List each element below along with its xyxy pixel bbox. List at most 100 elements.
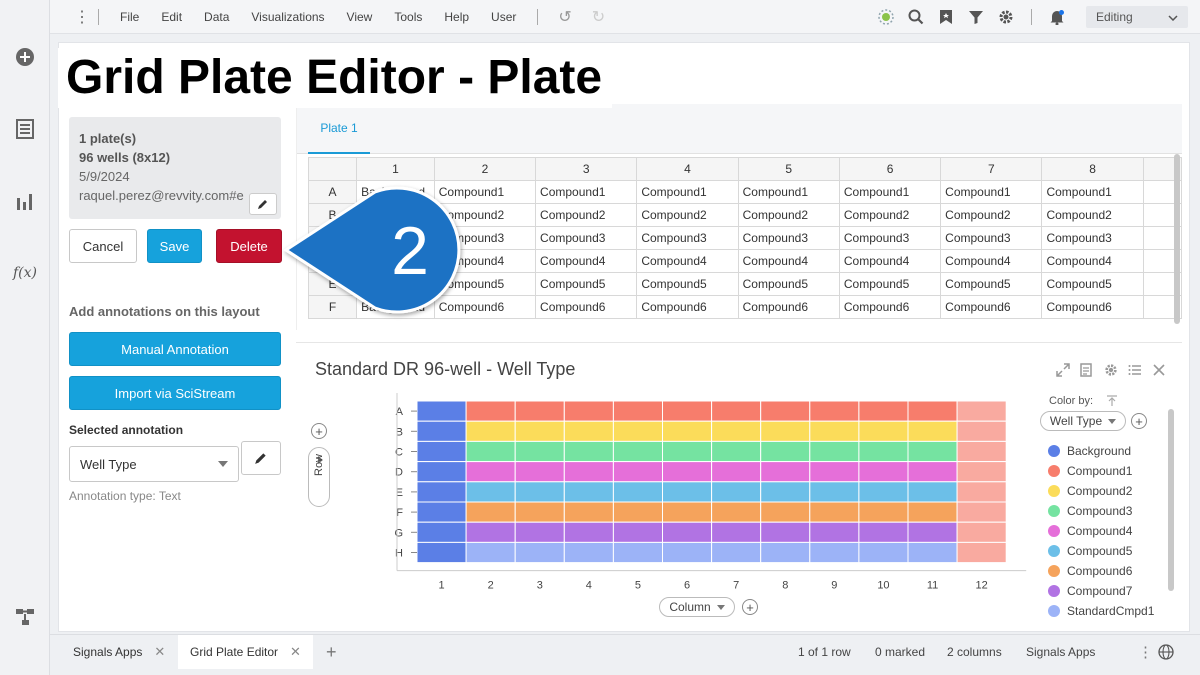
heatmap-cell[interactable] — [858, 420, 909, 442]
heatmap-cell[interactable] — [956, 501, 1007, 523]
table-cell[interactable]: Compound1 — [838, 180, 942, 204]
heatmap-cell[interactable] — [514, 400, 565, 422]
mode-select[interactable]: Editing — [1086, 6, 1188, 28]
heatmap-cell[interactable] — [858, 481, 909, 503]
close-icon[interactable]: ✕ — [154, 644, 165, 660]
redo-icon[interactable]: ↻ — [592, 7, 605, 27]
cancel-button[interactable]: Cancel — [69, 229, 137, 263]
column-header[interactable]: 8 — [1041, 157, 1144, 181]
add-column-axis-button[interactable]: + — [742, 599, 758, 615]
table-cell[interactable]: Compound3 — [636, 226, 739, 250]
heatmap-cell[interactable] — [416, 541, 467, 564]
heatmap-cell[interactable] — [416, 400, 467, 422]
heatmap-cell[interactable] — [760, 440, 811, 463]
expand-icon[interactable] — [1054, 361, 1072, 379]
heatmap-cell[interactable] — [760, 501, 811, 523]
legend-item[interactable]: Compound1 — [1048, 461, 1154, 481]
gear-icon[interactable] — [1102, 361, 1120, 379]
table-cell[interactable]: Compound2 — [737, 203, 840, 227]
heatmap-cell[interactable] — [465, 440, 516, 463]
heatmap-cell[interactable] — [662, 501, 713, 523]
table-cell[interactable]: Compound3 — [940, 226, 1043, 250]
heatmap-cell[interactable] — [809, 521, 860, 543]
heatmap-cell[interactable] — [662, 481, 713, 503]
heatmap-cell[interactable] — [465, 481, 516, 503]
table-cell[interactable]: Compound1 — [636, 180, 739, 204]
heatmap-cell[interactable] — [907, 461, 958, 483]
heatmap-cell[interactable] — [563, 461, 614, 483]
legend-item[interactable]: Compound2 — [1048, 481, 1154, 501]
add-color-by-button[interactable]: + — [1131, 413, 1147, 429]
bar-chart-icon[interactable] — [13, 189, 37, 213]
menu-user[interactable]: User — [480, 10, 527, 24]
legend-item[interactable]: Compound7 — [1048, 581, 1154, 601]
heatmap-cell[interactable] — [711, 501, 762, 523]
heatmap-cell[interactable] — [514, 420, 565, 442]
heatmap-cell[interactable] — [465, 541, 516, 564]
heatmap-cell[interactable] — [858, 440, 909, 463]
heatmap-cell[interactable] — [760, 541, 811, 564]
details-icon[interactable] — [1078, 361, 1096, 379]
heatmap-cell[interactable] — [858, 541, 909, 564]
heatmap-cell[interactable] — [612, 541, 663, 564]
list-icon[interactable] — [1126, 361, 1144, 379]
heatmap-cell[interactable] — [809, 501, 860, 523]
row-axis-selector[interactable]: Row — [308, 447, 330, 507]
heatmap-cell[interactable] — [711, 521, 762, 543]
heatmap-cell[interactable] — [563, 420, 614, 442]
table-cell[interactable]: Compound2 — [535, 203, 638, 227]
table-cell[interactable]: Compound2 — [1041, 203, 1144, 227]
table-cell[interactable]: Compound4 — [838, 249, 942, 273]
heatmap-cell[interactable] — [612, 440, 663, 463]
table-cell[interactable]: Compound5 — [838, 272, 942, 296]
manual-annotation-button[interactable]: Manual Annotation — [69, 332, 281, 366]
heatmap-cell[interactable] — [662, 420, 713, 442]
hierarchy-icon[interactable] — [13, 605, 37, 629]
heatmap-cell[interactable] — [907, 521, 958, 543]
heatmap-cell[interactable] — [907, 440, 958, 463]
heatmap-cell[interactable] — [711, 440, 762, 463]
heatmap-cell[interactable] — [711, 541, 762, 564]
menu-visualizations[interactable]: Visualizations — [240, 10, 335, 24]
heatmap-cell[interactable] — [465, 400, 516, 422]
legend-item[interactable]: Compound3 — [1048, 501, 1154, 521]
data-table-icon[interactable] — [13, 117, 37, 141]
edit-info-button[interactable] — [249, 193, 277, 215]
heatmap-cell[interactable] — [465, 521, 516, 543]
table-cell[interactable]: Compound6 — [737, 295, 840, 319]
heatmap-cell[interactable] — [858, 521, 909, 543]
heatmap-cell[interactable] — [858, 461, 909, 483]
heatmap-cell[interactable] — [760, 521, 811, 543]
legend-item[interactable]: Background — [1048, 441, 1154, 461]
heatmap-cell[interactable] — [416, 521, 467, 543]
heatmap-cell[interactable] — [809, 541, 860, 564]
close-icon[interactable]: ✕ — [290, 644, 301, 660]
heatmap-cell[interactable] — [956, 481, 1007, 503]
table-cell[interactable]: Compound2 — [838, 203, 942, 227]
heatmap-cell[interactable] — [612, 461, 663, 483]
notifications-icon[interactable] — [1044, 4, 1070, 30]
column-header[interactable]: 4 — [636, 157, 739, 181]
heatmap-cell[interactable] — [662, 541, 713, 564]
heatmap-cell[interactable] — [858, 501, 909, 523]
heatmap-cell[interactable] — [858, 400, 909, 422]
table-cell[interactable]: Compound6 — [940, 295, 1043, 319]
function-icon[interactable]: f(x) — [13, 261, 37, 285]
table-cell[interactable]: Compound5 — [1041, 272, 1144, 296]
search-icon[interactable] — [903, 4, 929, 30]
globe-icon[interactable] — [1158, 635, 1174, 669]
heatmap-cell[interactable] — [809, 461, 860, 483]
heatmap-cell[interactable] — [711, 461, 762, 483]
legend-item[interactable]: Compound5 — [1048, 541, 1154, 561]
column-header[interactable]: 5 — [737, 157, 840, 181]
table-cell[interactable]: Compound6 — [636, 295, 739, 319]
heatmap-cell[interactable] — [563, 400, 614, 422]
heatmap-cell[interactable] — [956, 440, 1007, 463]
menu-data[interactable]: Data — [193, 10, 240, 24]
heatmap-cell[interactable] — [465, 501, 516, 523]
table-cell[interactable]: Compound4 — [636, 249, 739, 273]
tab-signals-apps[interactable]: Signals Apps ✕ — [61, 635, 177, 669]
table-cell[interactable]: Compound5 — [535, 272, 638, 296]
heatmap-cell[interactable] — [416, 420, 467, 442]
heatmap-cell[interactable] — [760, 461, 811, 483]
